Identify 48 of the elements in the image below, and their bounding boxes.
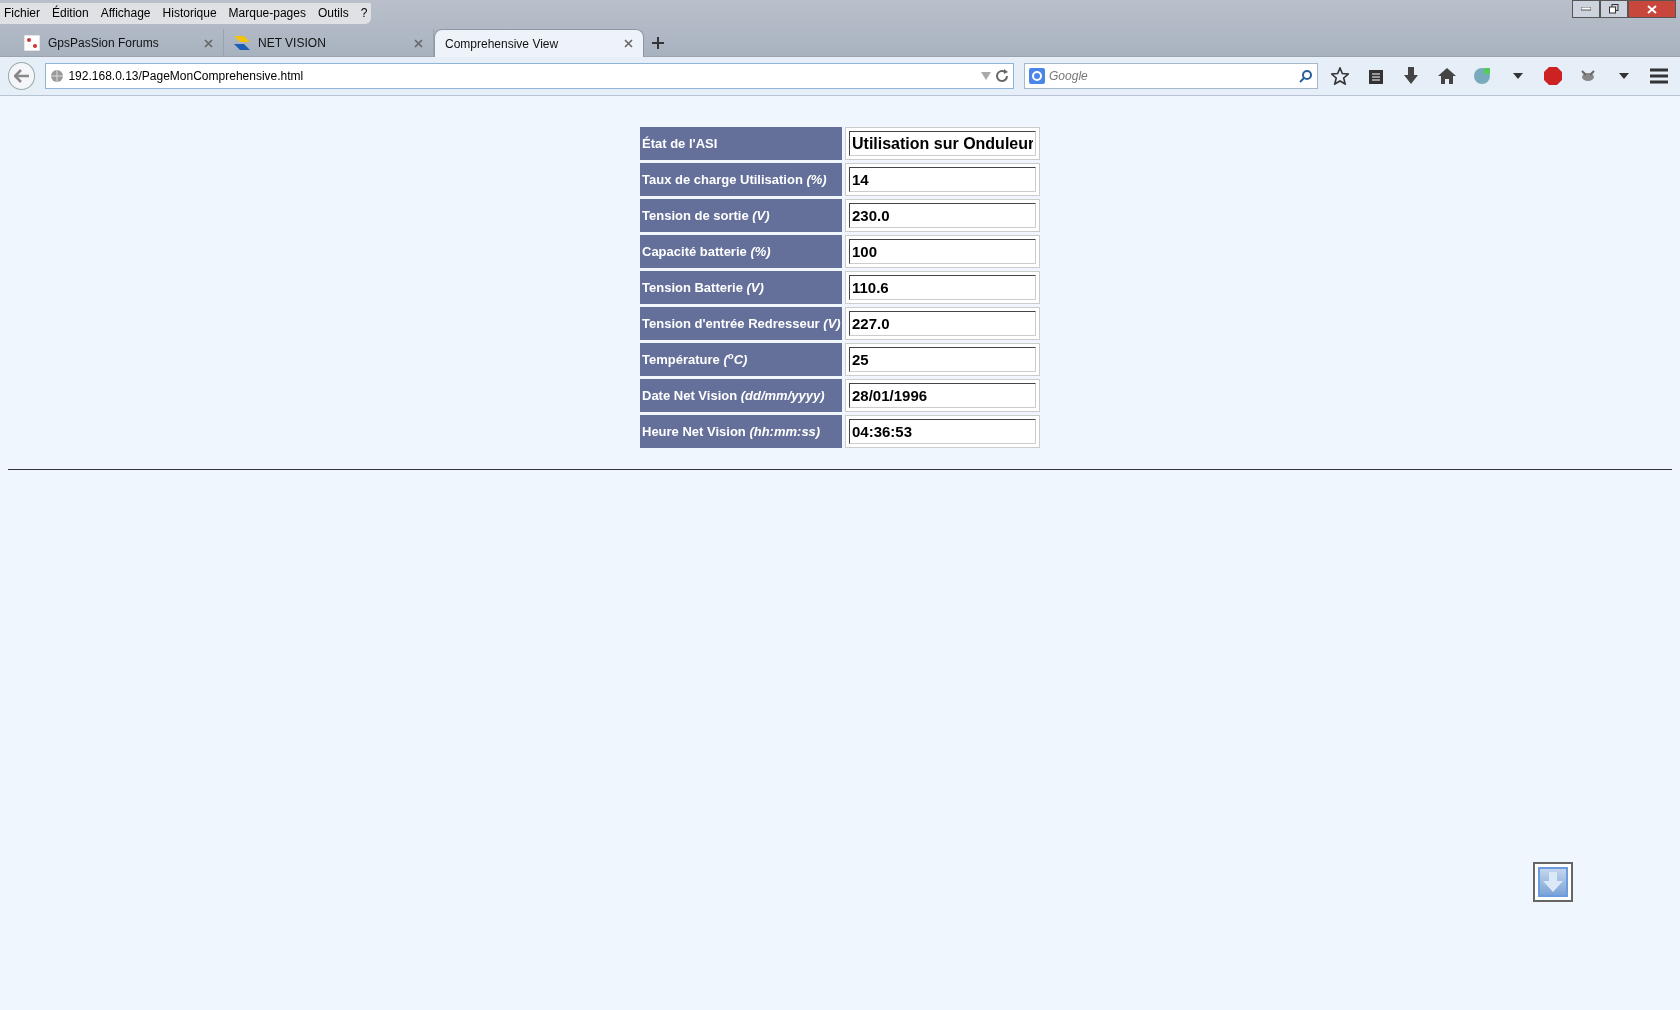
field-label: Tension de sortie (V) <box>640 199 842 232</box>
menu-item[interactable]: Édition <box>52 4 89 22</box>
back-button[interactable] <box>8 62 36 90</box>
scroll-down-button[interactable] <box>1533 862 1573 902</box>
restore-icon <box>1609 4 1619 14</box>
minimize-button[interactable] <box>1572 0 1600 18</box>
menu-item[interactable]: Outils <box>317 4 349 22</box>
search-icon[interactable] <box>1298 69 1313 83</box>
search-engine-icon[interactable] <box>1029 68 1046 84</box>
address-bar[interactable]: 192.168.0.13/PageMonComprehensive.html <box>45 63 1015 89</box>
field-label: Date Net Vision (dd/mm/yyyy) <box>640 379 842 412</box>
browser-tab[interactable]: Comprehensive View <box>434 29 644 57</box>
close-icon[interactable] <box>414 38 423 48</box>
plus-icon[interactable] <box>652 37 664 49</box>
field-label: Tension Batterie (V) <box>640 271 842 304</box>
address-field[interactable]: 192.168.0.13/PageMonComprehensive.html <box>68 67 978 85</box>
value-field[interactable]: 110.6 <box>849 275 1036 300</box>
favicon-icon <box>24 35 40 51</box>
menu-item[interactable]: Marque-pages <box>228 4 306 22</box>
restore-button[interactable] <box>1600 0 1628 18</box>
value-field[interactable]: 230.0 <box>849 203 1036 228</box>
arrow-down-icon <box>1542 872 1564 892</box>
menu-item[interactable]: ? <box>360 4 368 22</box>
menu-item[interactable]: Affichage <box>100 4 151 22</box>
close-icon[interactable] <box>624 39 633 48</box>
field-label: État de l'ASI <box>640 127 842 160</box>
value-field[interactable]: 100 <box>849 239 1036 264</box>
value-field[interactable]: 14 <box>849 167 1036 192</box>
reload-icon[interactable] <box>995 69 1010 83</box>
close-icon <box>1647 4 1657 14</box>
field-label: Tension d'entrée Redresseur (V) <box>640 307 842 340</box>
field-label: Taux de charge Utilisation (%) <box>640 163 842 196</box>
arrow-left-icon <box>13 69 30 83</box>
close-button[interactable] <box>1628 0 1676 18</box>
minimize-icon <box>1581 7 1591 11</box>
value-field[interactable]: 227.0 <box>849 311 1036 336</box>
favicon-icon <box>234 36 250 50</box>
value-field[interactable]: 04:36:53 <box>849 419 1036 444</box>
close-icon[interactable] <box>204 38 213 48</box>
value-field[interactable]: 28/01/1996 <box>849 383 1036 408</box>
search-bar[interactable]: Google <box>1024 63 1318 89</box>
menu-item[interactable]: Fichier <box>4 4 40 22</box>
field-label: Température ($^{o}$C) <box>640 343 842 376</box>
value-field[interactable]: 25 <box>849 347 1036 372</box>
field-label: Capacité batterie (%) <box>640 235 842 268</box>
field-label: Heure Net Vision (hh:mm:ss) <box>640 415 842 448</box>
menu-item[interactable]: Historique <box>162 4 217 22</box>
search-field[interactable]: Google <box>1049 67 1295 85</box>
